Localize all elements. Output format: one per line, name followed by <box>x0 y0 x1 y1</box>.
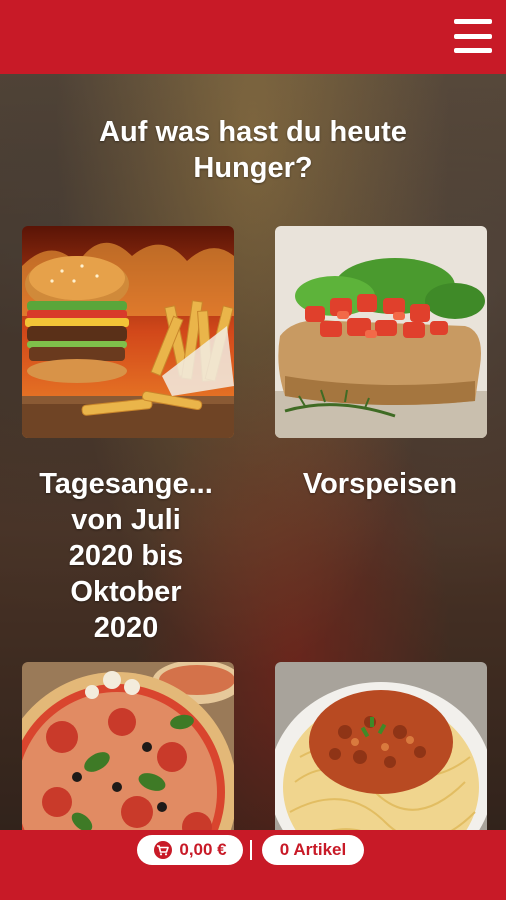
food-background: Auf was hast du heute Hunger? Tagesange.… <box>0 74 506 830</box>
cart-total-value: 0,00 € <box>179 840 227 859</box>
burger-fries-image <box>22 226 234 438</box>
hamburger-menu-icon[interactable] <box>454 19 492 53</box>
category-card-pasta[interactable] <box>275 662 487 830</box>
top-app-bar <box>0 0 506 74</box>
category-label-line: 2020 bis <box>68 540 184 572</box>
pill-divider <box>250 840 252 860</box>
category-label-vorspeisen[interactable]: Vorspeisen <box>264 466 496 502</box>
category-card-pizza[interactable] <box>22 662 234 830</box>
cart-total-button[interactable]: 0,00 € <box>137 835 243 865</box>
category-label-line: Tagesange... <box>39 468 213 500</box>
menu-line <box>454 19 492 24</box>
menu-line <box>454 33 492 39</box>
cart-bottom-bar: 0,00 € 0 Artikel <box>0 830 506 900</box>
category-label-tagesangebot[interactable]: Tagesange... von Juli 2020 bis Oktober 2… <box>10 466 242 646</box>
spaghetti-image <box>275 662 487 830</box>
page-headline: Auf was hast du heute Hunger? <box>99 116 407 184</box>
item-count-value: 0 Artikel <box>279 840 347 859</box>
pizza-image <box>22 662 234 830</box>
menu-line <box>454 48 492 53</box>
category-card-tagesangebot[interactable] <box>22 226 234 438</box>
category-label-line: 2020 <box>93 612 159 644</box>
shopping-cart-icon <box>154 841 173 859</box>
bruschetta-image <box>275 226 487 438</box>
category-card-vorspeisen[interactable] <box>275 226 487 438</box>
item-count-button[interactable]: 0 Artikel <box>262 835 364 865</box>
category-label-line: von Juli <box>71 504 181 536</box>
category-label-line: Oktober <box>70 576 182 608</box>
